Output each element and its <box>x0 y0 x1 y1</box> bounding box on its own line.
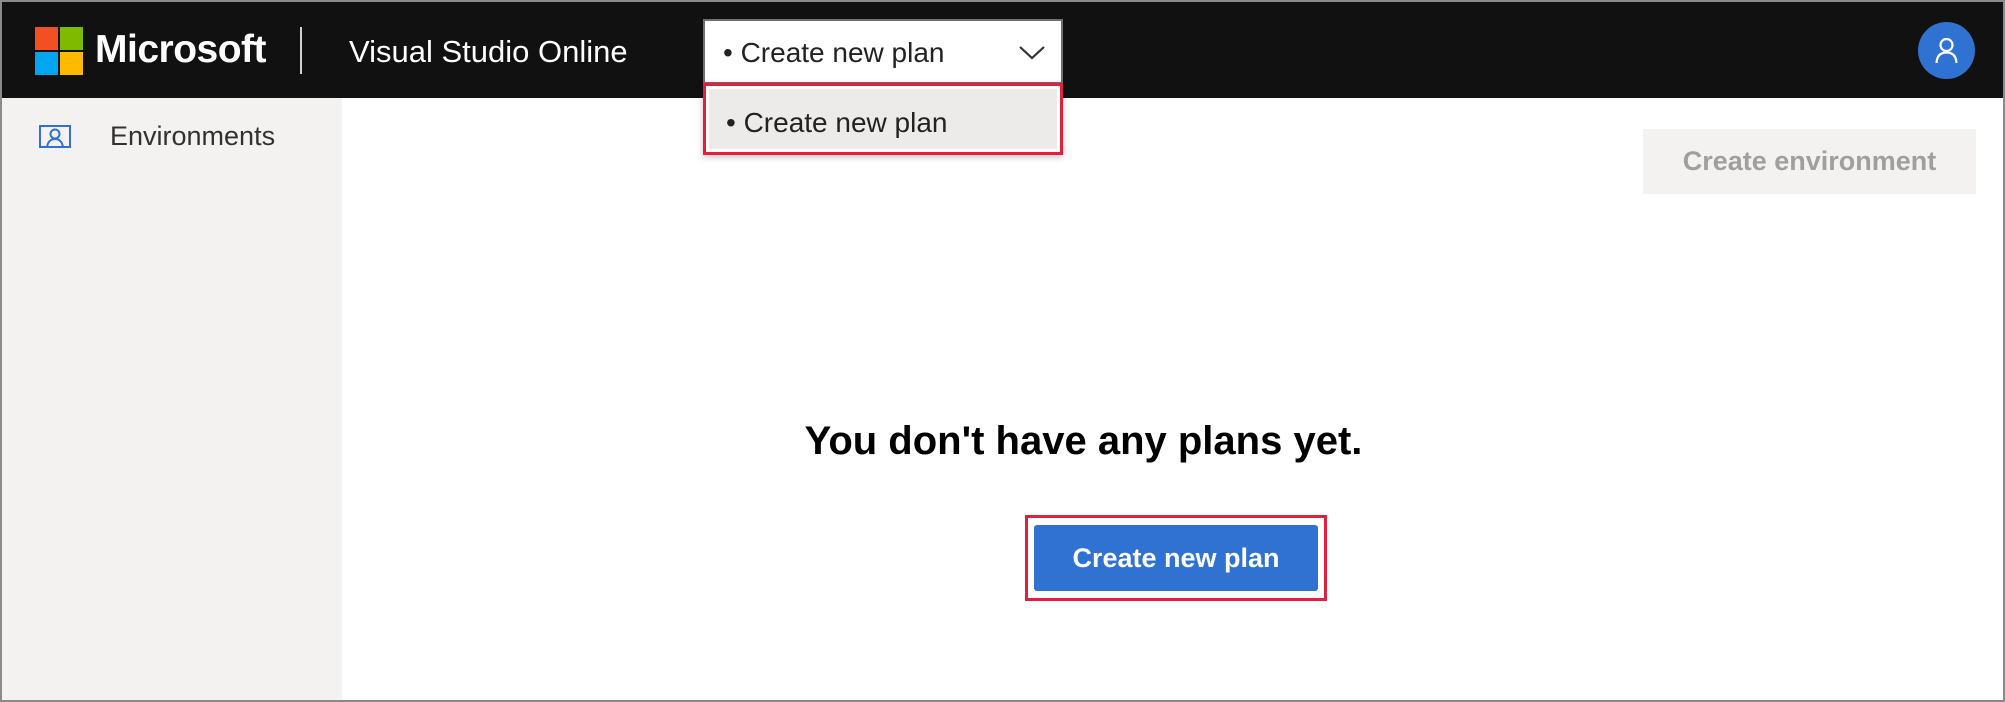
main-content: Create environment You don't have any pl… <box>342 98 2003 700</box>
create-plan-button[interactable]: Create new plan <box>1034 525 1318 591</box>
app-window: Microsoft Visual Studio Online • Create … <box>0 0 2005 702</box>
header-divider <box>300 27 302 74</box>
product-name: Visual Studio Online <box>349 34 628 69</box>
sidebar-item-label: Environments <box>110 121 276 151</box>
create-environment-button[interactable]: Create environment <box>1643 129 1976 194</box>
microsoft-logo-icon <box>35 27 83 75</box>
empty-state-message: You don't have any plans yet. <box>804 419 1363 463</box>
sidebar-item-environments[interactable]: Environments <box>2 108 342 166</box>
user-avatar[interactable] <box>1918 22 1975 79</box>
create-plan-highlight: Create new plan <box>1025 515 1327 601</box>
dropdown-option-create-plan[interactable]: • Create new plan <box>709 89 1057 149</box>
sidebar: Environments <box>2 98 342 700</box>
brand-name: Microsoft <box>95 28 267 71</box>
user-icon <box>1935 37 1958 64</box>
plan-selector[interactable]: • Create new plan <box>703 19 1063 84</box>
chevron-down-icon <box>1019 46 1045 60</box>
environment-icon <box>39 125 71 148</box>
plan-selector-value: • Create new plan <box>723 37 945 68</box>
plan-dropdown: • Create new plan <box>703 83 1063 155</box>
